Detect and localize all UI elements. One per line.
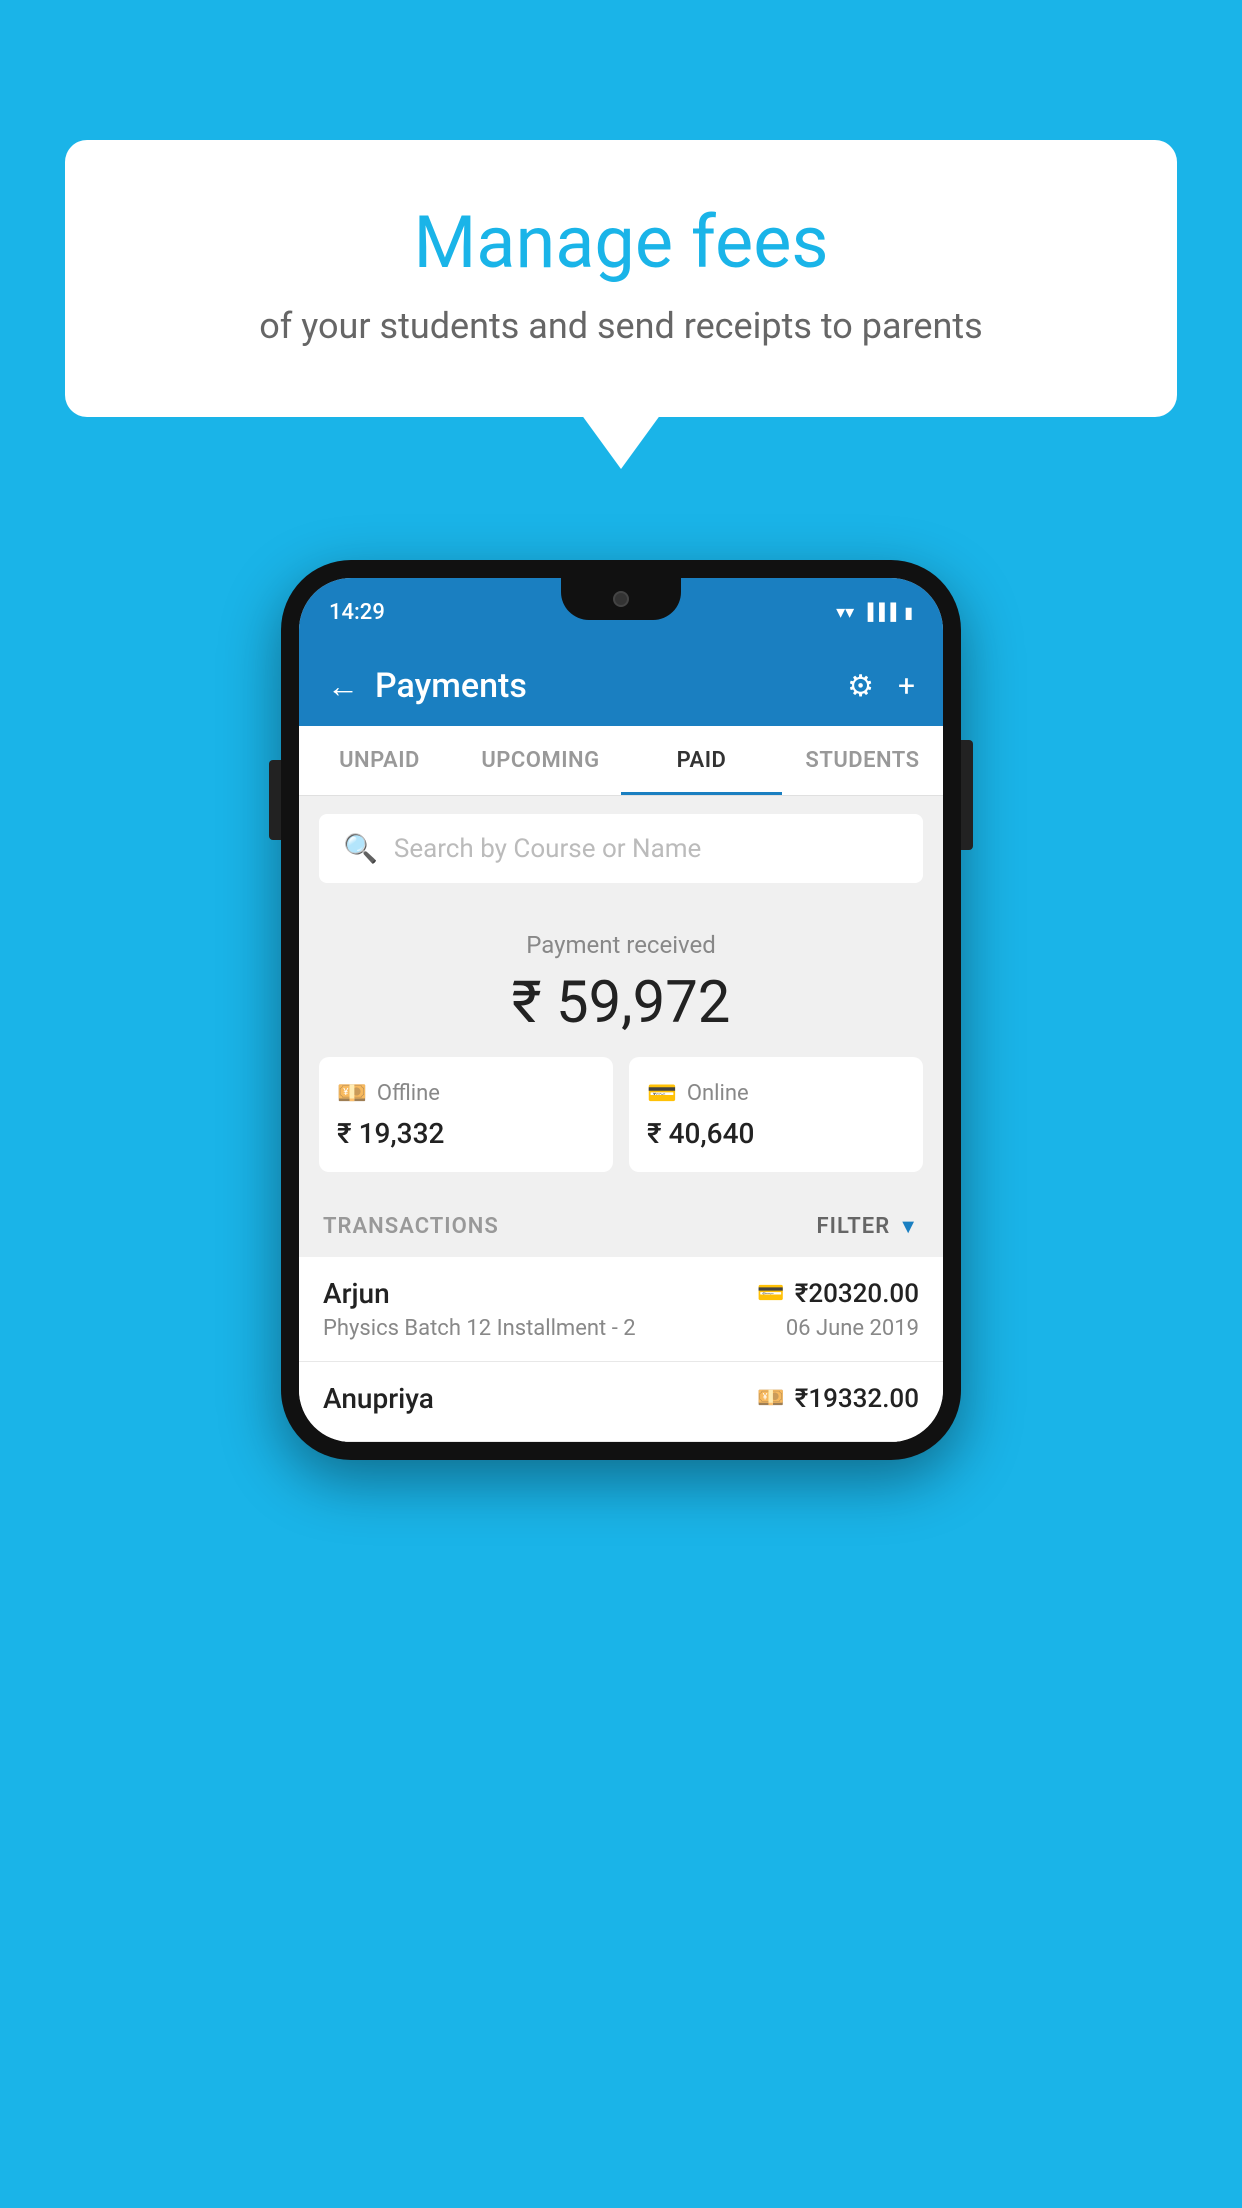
search-placeholder: Search by Course or Name [394,834,701,864]
tab-paid[interactable]: PAID [621,726,782,795]
payment-cards: 💴 Offline ₹ 19,332 💳 Online ₹ 40,640 [319,1057,923,1172]
payment-summary: Payment received ₹ 59,972 💴 Offline ₹ 19… [299,901,943,1196]
online-card: 💳 Online ₹ 40,640 [629,1057,923,1172]
phone-screen: 14:29 ▾▾ ▐▐▐ ▮ ← Payments ⚙ + [299,578,943,1442]
transaction-amount-container-2: 💴 ₹19332.00 [757,1384,919,1414]
transaction-top-1: Arjun 💳 ₹20320.00 [323,1277,919,1310]
online-icon: 💳 [647,1079,677,1107]
toolbar-left: ← Payments [327,666,527,706]
offline-amount: ₹ 19,332 [337,1117,444,1150]
wifi-icon: ▾▾ [836,602,854,623]
add-icon[interactable]: + [898,669,915,704]
search-box[interactable]: 🔍 Search by Course or Name [319,814,923,883]
tabs-container: UNPAID UPCOMING PAID STUDENTS [299,726,943,796]
offline-payment-icon-2: 💴 [757,1386,784,1411]
transaction-amount-2: ₹19332.00 [795,1384,919,1414]
settings-icon[interactable]: ⚙ [847,669,874,704]
filter-icon: ▼ [898,1214,919,1239]
transaction-row-2[interactable]: Anupriya 💴 ₹19332.00 [299,1362,943,1442]
notch-cutout [561,578,681,620]
speech-bubble: Manage fees of your students and send re… [65,140,1177,417]
phone-wrapper: 14:29 ▾▾ ▐▐▐ ▮ ← Payments ⚙ + [281,560,961,1460]
filter-label: FILTER [817,1214,891,1239]
offline-label: Offline [377,1081,440,1106]
search-container: 🔍 Search by Course or Name [299,796,943,901]
online-payment-icon-1: 💳 [757,1281,784,1306]
transaction-row[interactable]: Arjun 💳 ₹20320.00 Physics Batch 12 Insta… [299,1257,943,1362]
offline-card-header: 💴 Offline [337,1079,440,1107]
transaction-bottom-1: Physics Batch 12 Installment - 2 06 June… [323,1316,919,1341]
online-card-header: 💳 Online [647,1079,749,1107]
bubble-title: Manage fees [145,200,1097,285]
transactions-header: TRANSACTIONS FILTER ▼ [299,1196,943,1257]
toolbar-title: Payments [375,666,527,706]
search-icon: 🔍 [343,832,378,865]
online-label: Online [687,1081,749,1106]
speech-bubble-container: Manage fees of your students and send re… [65,140,1177,417]
transaction-date-1: 06 June 2019 [786,1316,919,1341]
tab-students[interactable]: STUDENTS [782,726,943,795]
toolbar-right: ⚙ + [847,669,915,704]
bubble-subtitle: of your students and send receipts to pa… [145,305,1097,347]
payment-total-amount: ₹ 59,972 [319,969,923,1037]
transaction-name-1: Arjun [323,1277,390,1310]
phone-outer: 14:29 ▾▾ ▐▐▐ ▮ ← Payments ⚙ + [281,560,961,1460]
signal-icon: ▐▐▐ [862,602,896,622]
tab-upcoming[interactable]: UPCOMING [460,726,621,795]
status-bar: 14:29 ▾▾ ▐▐▐ ▮ [299,578,943,646]
transactions-label: TRANSACTIONS [323,1214,499,1239]
transaction-amount-container-1: 💳 ₹20320.00 [757,1279,919,1309]
transaction-name-2: Anupriya [323,1382,434,1415]
status-icons: ▾▾ ▐▐▐ ▮ [836,602,913,623]
tab-unpaid[interactable]: UNPAID [299,726,460,795]
back-button[interactable]: ← [327,667,359,705]
filter-button[interactable]: FILTER ▼ [817,1214,919,1239]
toolbar: ← Payments ⚙ + [299,646,943,726]
battery-icon: ▮ [904,603,913,622]
camera [613,591,629,607]
payment-received-label: Payment received [319,931,923,959]
offline-card: 💴 Offline ₹ 19,332 [319,1057,613,1172]
transaction-top-2: Anupriya 💴 ₹19332.00 [323,1382,919,1415]
online-amount: ₹ 40,640 [647,1117,754,1150]
status-time: 14:29 [329,600,385,625]
offline-icon: 💴 [337,1079,367,1107]
transaction-course-1: Physics Batch 12 Installment - 2 [323,1316,636,1341]
transaction-amount-1: ₹20320.00 [795,1279,919,1309]
